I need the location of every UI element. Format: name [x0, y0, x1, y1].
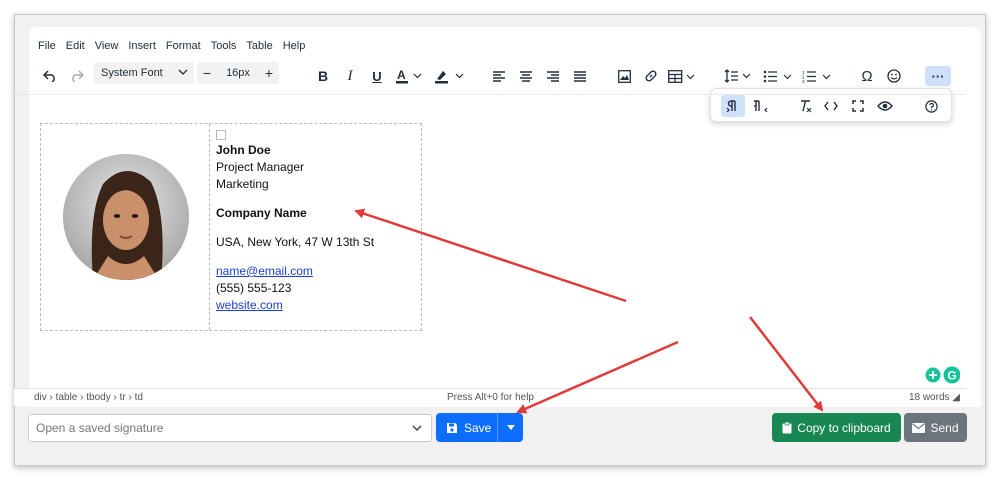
- redo-icon[interactable]: [67, 59, 87, 93]
- italic-icon[interactable]: I: [341, 59, 359, 93]
- floppy-disk-icon: [446, 422, 458, 434]
- send-button-label: Send: [930, 420, 959, 435]
- highlight-color-icon[interactable]: [433, 59, 467, 93]
- help-icon[interactable]: [919, 95, 943, 117]
- align-right-icon[interactable]: [544, 59, 562, 93]
- align-left-icon[interactable]: [490, 59, 508, 93]
- signature-phone: (555) 555-123: [216, 281, 292, 295]
- help-hint: Press Alt+0 for help: [447, 392, 534, 403]
- avatar: [63, 154, 189, 280]
- signature-email-link[interactable]: name@email.com: [216, 264, 313, 278]
- image-icon[interactable]: [615, 59, 633, 93]
- menu-file[interactable]: File: [38, 40, 56, 52]
- font-size-stepper[interactable]: − 16px +: [197, 62, 279, 84]
- photo-cell[interactable]: [41, 124, 210, 330]
- decrease-size-button[interactable]: −: [197, 65, 217, 81]
- grammarly-badge[interactable]: G: [924, 366, 961, 384]
- saved-signature-select[interactable]: Open a saved signature: [28, 414, 432, 442]
- signature-name: John Doe: [216, 143, 271, 157]
- menu-tools[interactable]: Tools: [211, 40, 237, 52]
- menu-format[interactable]: Format: [166, 40, 201, 52]
- source-code-icon[interactable]: [819, 95, 843, 117]
- justify-icon[interactable]: [571, 59, 589, 93]
- menu-edit[interactable]: Edit: [66, 40, 85, 52]
- signature-title: Project Manager: [216, 160, 305, 174]
- preview-icon[interactable]: [873, 95, 897, 117]
- table-icon[interactable]: [667, 59, 699, 93]
- saved-signature-placeholder: Open a saved signature: [36, 421, 164, 435]
- clear-formatting-icon[interactable]: [793, 95, 817, 117]
- text-color-icon[interactable]: A: [394, 59, 426, 93]
- link-icon[interactable]: [642, 59, 660, 93]
- copy-button-label: Copy to clipboard: [797, 420, 891, 435]
- signature-address: USA, New York, 47 W 13th St: [216, 235, 375, 249]
- caret-down-icon: [506, 425, 515, 430]
- signature-company: Company Name: [216, 206, 307, 220]
- word-count-label: 18 words: [908, 392, 950, 403]
- menu-insert[interactable]: Insert: [128, 40, 156, 52]
- fullscreen-icon[interactable]: [846, 95, 870, 117]
- underline-icon[interactable]: U: [368, 59, 386, 93]
- increase-size-button[interactable]: +: [259, 65, 279, 81]
- signature-website-link[interactable]: website.com: [216, 298, 283, 312]
- menu-table[interactable]: Table: [246, 40, 272, 52]
- font-family-value: System Font: [101, 67, 163, 79]
- save-button-group: Save: [436, 413, 523, 442]
- send-button[interactable]: Send: [904, 413, 967, 442]
- envelope-icon: [912, 422, 926, 433]
- chevron-down-icon: [411, 422, 423, 437]
- save-options-dropdown[interactable]: [498, 425, 523, 430]
- ltr-direction-icon[interactable]: [721, 95, 745, 117]
- signature-department: Marketing: [216, 177, 269, 191]
- save-button[interactable]: Save: [436, 413, 498, 442]
- resize-handle-icon[interactable]: ◢: [952, 392, 960, 403]
- chevron-down-icon: [178, 66, 188, 81]
- menu-view[interactable]: View: [95, 40, 119, 52]
- word-count[interactable]: 18 words ◢: [909, 392, 960, 403]
- bold-icon[interactable]: B: [314, 59, 332, 93]
- rtl-direction-icon[interactable]: [749, 95, 773, 117]
- svg-text:A: A: [397, 68, 406, 82]
- align-center-icon[interactable]: [517, 59, 535, 93]
- more-options-icon[interactable]: ···: [925, 66, 951, 86]
- font-size-value[interactable]: 16px: [217, 67, 259, 79]
- element-path[interactable]: div › table › tbody › tr › td: [34, 392, 143, 403]
- signature-table[interactable]: John Doe Project Manager Marketing Compa…: [40, 123, 422, 331]
- status-bar: div › table › tbody › tr › td Press Alt+…: [14, 388, 966, 406]
- placeholder-box: [216, 130, 226, 140]
- undo-icon[interactable]: [40, 59, 60, 93]
- svg-text:G: G: [947, 369, 956, 383]
- font-family-select[interactable]: System Font: [94, 62, 194, 84]
- menu-help[interactable]: Help: [283, 40, 306, 52]
- svg-text:3: 3: [802, 79, 805, 83]
- contact-cell[interactable]: John Doe Project Manager Marketing Compa…: [216, 130, 416, 314]
- copy-to-clipboard-button[interactable]: Copy to clipboard: [772, 413, 901, 442]
- toolbar-divider: [14, 94, 966, 95]
- clipboard-icon: [782, 421, 792, 434]
- save-button-label: Save: [464, 420, 492, 435]
